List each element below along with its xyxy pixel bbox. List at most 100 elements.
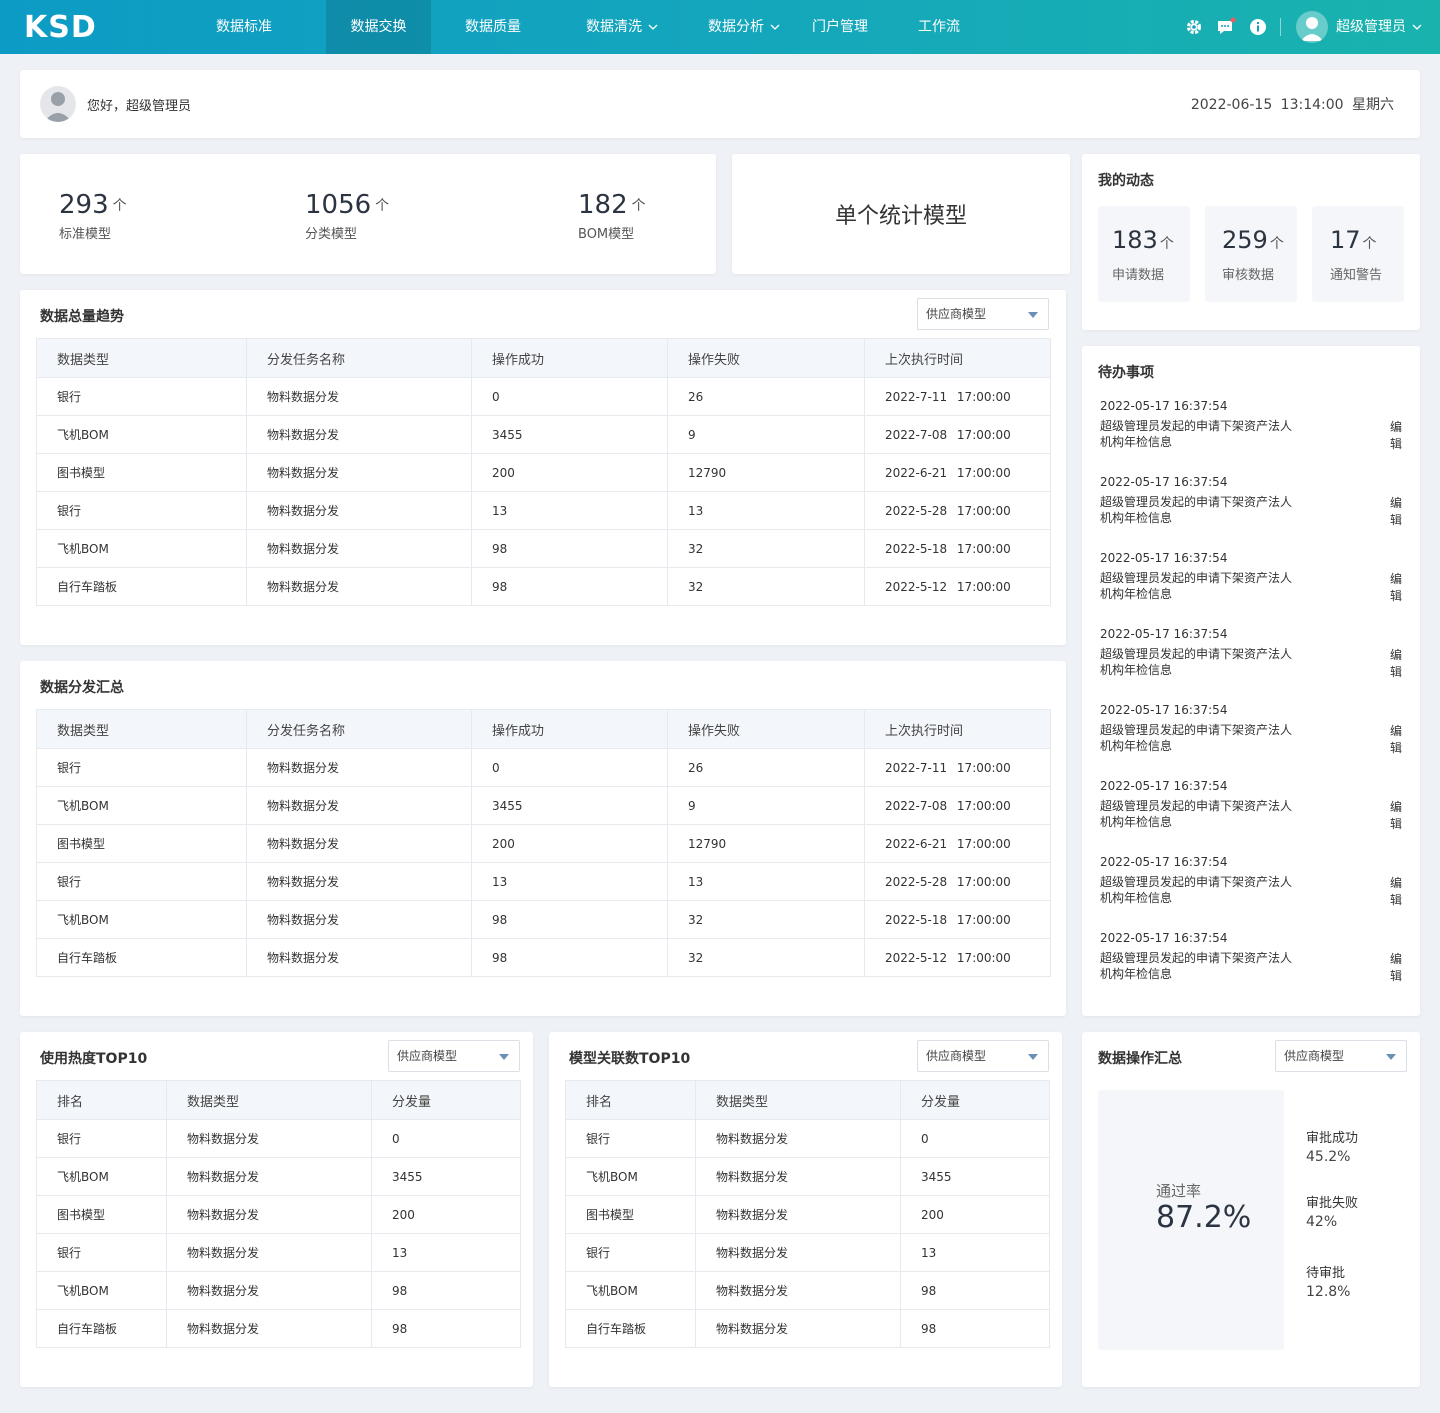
table-row[interactable]: 自行车踏板 物料数据分发 98 32 2022-5-12 17:00:00: [36, 567, 1051, 606]
nav-item-data-exchange[interactable]: 数据交换: [326, 0, 431, 54]
pass-rate-value: 87.2%: [1156, 1200, 1252, 1235]
nav-item-portal-management[interactable]: 门户管理: [798, 0, 882, 54]
stat-standard-model: 293 个 标准模型: [59, 190, 127, 242]
column-header[interactable]: 数据类型: [695, 1080, 901, 1120]
relation-top10-card: 模型关联数TOP10 供应商模型 排名 数据类型 分发量 银行 物料数据分发 0 飞…: [549, 1032, 1062, 1387]
gear-icon[interactable]: [1184, 17, 1204, 37]
table-row[interactable]: 银行 物料数据分发 0: [565, 1119, 1050, 1158]
unit-label: 个: [375, 197, 390, 214]
table-row[interactable]: 自行车踏板 物料数据分发 98 32 2022-5-12 17:00:00: [36, 938, 1051, 977]
table-row[interactable]: 自行车踏板 物料数据分发 98: [565, 1309, 1050, 1348]
table-row[interactable]: 飞机BOM 物料数据分发 98: [565, 1271, 1050, 1310]
nav-item-data-analysis[interactable]: 数据分析: [694, 0, 794, 54]
single-model-label: 单个统计模型: [834, 204, 967, 229]
table-row[interactable]: 飞机BOM 物料数据分发 3455 9 2022-7-08 17:00:00: [36, 415, 1051, 454]
table-row[interactable]: 飞机BOM 物料数据分发 3455: [565, 1157, 1050, 1196]
column-header[interactable]: 数据类型: [36, 709, 247, 749]
table-row[interactable]: 飞机BOM 物料数据分发 98 32 2022-5-18 17:00:00: [36, 900, 1051, 939]
column-header[interactable]: 分发量: [900, 1080, 1050, 1120]
column-header[interactable]: 排名: [36, 1080, 167, 1120]
edit-link[interactable]: 编辑: [1390, 418, 1402, 452]
dynamic-review-data[interactable]: 259 个 审核数据: [1205, 206, 1297, 302]
nav-item-data-quality[interactable]: 数据质量: [445, 0, 541, 54]
table-row[interactable]: 银行 物料数据分发 13: [36, 1233, 521, 1272]
model-select[interactable]: 供应商模型: [388, 1040, 520, 1072]
avatar-icon[interactable]: [1296, 11, 1328, 43]
column-header[interactable]: 排名: [565, 1080, 696, 1120]
card-title: 数据总量趋势: [40, 309, 124, 325]
approval-pending: 待审批 12.8%: [1306, 1266, 1351, 1300]
data-distribution-card: 数据分发汇总 数据类型 分发任务名称 操作成功 操作失败 上次执行时间 银行 物料…: [20, 661, 1066, 1016]
table-row[interactable]: 飞机BOM 物料数据分发 3455: [36, 1157, 521, 1196]
todo-card: 待办事项 2022-05-17 16:37:54 超级管理员发起的申请下架资产法人…: [1082, 346, 1420, 1016]
table-row[interactable]: 银行 物料数据分发 13 13 2022-5-28 17:00:00: [36, 491, 1051, 530]
dropdown-arrow-icon: [1028, 312, 1038, 318]
table-row[interactable]: 自行车踏板 物料数据分发 98: [36, 1309, 521, 1348]
message-icon[interactable]: [1216, 17, 1236, 37]
table-row[interactable]: 飞机BOM 物料数据分发 98: [36, 1271, 521, 1310]
todo-item: 2022-05-17 16:37:54 超级管理员发起的申请下架资产法人机构年检信…: [1100, 703, 1403, 756]
table-row[interactable]: 银行 物料数据分发 13: [565, 1233, 1050, 1272]
nav-item-data-standard[interactable]: 数据标准: [196, 0, 292, 54]
user-menu[interactable]: 超级管理员: [1336, 0, 1422, 54]
chevron-down-icon: [1412, 24, 1422, 30]
model-select[interactable]: 供应商模型: [1275, 1040, 1407, 1072]
table-row[interactable]: 图书模型 物料数据分发 200 12790 2022-6-21 17:00:00: [36, 453, 1051, 492]
dynamic-apply-data[interactable]: 183 个 申请数据: [1098, 206, 1190, 302]
table-row[interactable]: 飞机BOM 物料数据分发 98 32 2022-5-18 17:00:00: [36, 529, 1051, 568]
edit-link[interactable]: 编辑: [1390, 570, 1402, 604]
column-header[interactable]: 数据类型: [166, 1080, 372, 1120]
column-header[interactable]: 操作失败: [667, 338, 865, 378]
dynamic-notice-warning[interactable]: 17 个 通知警告: [1312, 206, 1404, 302]
heat-top10-card: 使用热度TOP10 供应商模型 排名 数据类型 分发量 银行 物料数据分发 0 飞机…: [20, 1032, 533, 1387]
column-header[interactable]: 上次执行时间: [864, 709, 1051, 749]
greeting-bar: 您好，超级管理员 2022-06-15 13:14:00 星期六: [20, 70, 1420, 138]
edit-link[interactable]: 编辑: [1390, 798, 1402, 832]
avatar: [40, 86, 76, 122]
unit-label: 个: [1159, 236, 1174, 252]
column-header[interactable]: 上次执行时间: [864, 338, 1051, 378]
todo-item: 2022-05-17 16:37:54 超级管理员发起的申请下架资产法人机构年检信…: [1100, 475, 1403, 528]
todo-item: 2022-05-17 16:37:54 超级管理员发起的申请下架资产法人机构年检信…: [1100, 779, 1403, 832]
todo-item: 2022-05-17 16:37:54 超级管理员发起的申请下架资产法人机构年检信…: [1100, 551, 1403, 604]
table-row[interactable]: 银行 物料数据分发 0 26 2022-7-11 17:00:00: [36, 748, 1051, 787]
todo-item: 2022-05-17 16:37:54 超级管理员发起的申请下架资产法人机构年检信…: [1100, 855, 1403, 908]
ksd-logo[interactable]: KSD: [24, 8, 114, 44]
unit-label: 个: [112, 197, 127, 214]
column-header[interactable]: 操作成功: [471, 709, 668, 749]
table-row[interactable]: 飞机BOM 物料数据分发 3455 9 2022-7-08 17:00:00: [36, 786, 1051, 825]
edit-link[interactable]: 编辑: [1390, 494, 1402, 528]
info-icon[interactable]: [1248, 17, 1268, 37]
my-dynamics-card: 我的动态 183 个 申请数据 259 个 审核数据 17 个 通知警告: [1082, 154, 1420, 330]
column-header[interactable]: 操作成功: [471, 338, 668, 378]
column-header[interactable]: 数据类型: [36, 338, 247, 378]
column-header[interactable]: 分发量: [371, 1080, 521, 1120]
table-row[interactable]: 图书模型 物料数据分发 200: [36, 1195, 521, 1234]
trend-table: 数据类型 分发任务名称 操作成功 操作失败 上次执行时间 银行 物料数据分发 0 26…: [36, 338, 1051, 606]
table-row[interactable]: 银行 物料数据分发 0: [36, 1119, 521, 1158]
nav-item-workflow[interactable]: 工作流: [906, 0, 972, 54]
edit-link[interactable]: 编辑: [1390, 646, 1402, 680]
model-select[interactable]: 供应商模型: [917, 298, 1049, 330]
approval-failed: 审批失败 42%: [1306, 1196, 1359, 1230]
table-row[interactable]: 图书模型 物料数据分发 200 12790 2022-6-21 17:00:00: [36, 824, 1051, 863]
column-header[interactable]: 操作失败: [667, 709, 865, 749]
table-row[interactable]: 银行 物料数据分发 13 13 2022-5-28 17:00:00: [36, 862, 1051, 901]
table-row[interactable]: 图书模型 物料数据分发 200: [565, 1195, 1050, 1234]
nav-item-data-cleaning[interactable]: 数据清洗: [572, 0, 672, 54]
edit-link[interactable]: 编辑: [1390, 874, 1402, 908]
heat-top10-table: 排名 数据类型 分发量 银行 物料数据分发 0 飞机BOM 物料数据分发 3455 图书…: [36, 1080, 521, 1348]
chevron-down-icon: [648, 24, 658, 30]
stat-classification-model: 1056 个 分类模型: [305, 190, 390, 242]
column-header[interactable]: 分发任务名称: [246, 709, 472, 749]
model-select[interactable]: 供应商模型: [917, 1040, 1049, 1072]
todo-item: 2022-05-17 16:37:54 超级管理员发起的申请下架资产法人机构年检信…: [1100, 627, 1403, 680]
nav-divider: [1280, 18, 1281, 36]
table-row[interactable]: 银行 物料数据分发 0 26 2022-7-11 17:00:00: [36, 377, 1051, 416]
edit-link[interactable]: 编辑: [1390, 722, 1402, 756]
distribution-table: 数据类型 分发任务名称 操作成功 操作失败 上次执行时间 银行 物料数据分发 0 26…: [36, 709, 1051, 977]
dropdown-arrow-icon: [1386, 1054, 1396, 1060]
edit-link[interactable]: 编辑: [1390, 950, 1402, 984]
column-header[interactable]: 分发任务名称: [246, 338, 472, 378]
single-model-card[interactable]: 单个统计模型: [732, 154, 1070, 274]
